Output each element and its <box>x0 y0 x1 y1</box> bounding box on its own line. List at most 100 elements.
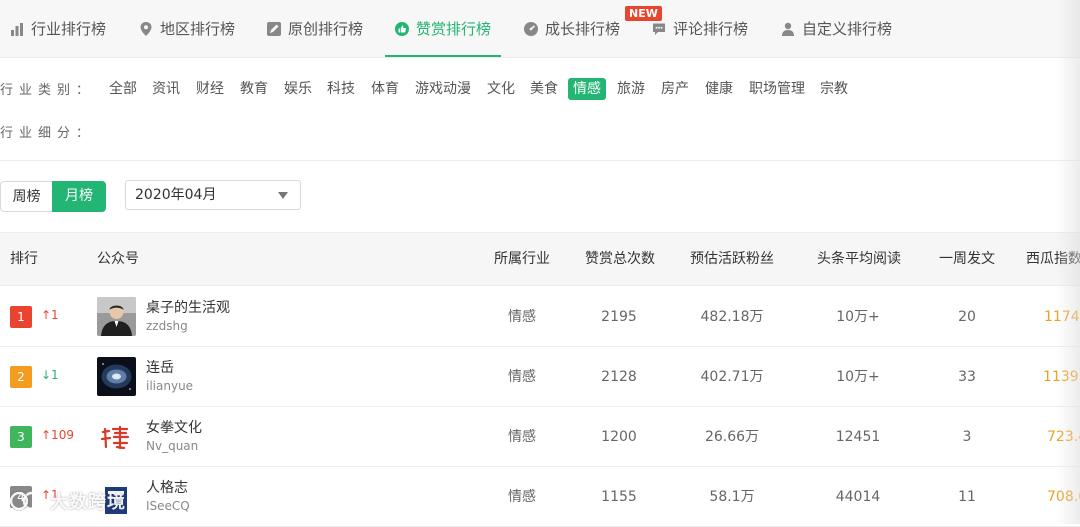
category-workplace[interactable]: 职场管理 <box>749 78 805 100</box>
watermark-logo-icon <box>10 491 42 511</box>
location-pin-icon <box>140 21 152 36</box>
divider <box>0 160 1080 161</box>
category-real-estate[interactable]: 房产 <box>661 78 689 100</box>
account-name[interactable]: 连岳 <box>146 357 174 377</box>
header-index[interactable]: 西瓜指数 <box>1026 233 1080 285</box>
table-row[interactable]: 4 ↑1 人格志 ISeeCQ 情感 1155 58.1万 44014 11 7… <box>0 467 1080 527</box>
month-select[interactable]: 2020年04月 <box>125 180 301 210</box>
category-religion[interactable]: 宗教 <box>820 78 848 100</box>
header-rank: 排行 <box>10 251 38 267</box>
index-cell: 1139.8 <box>1043 369 1080 385</box>
account-id: ilianyue <box>146 379 194 393</box>
account-name[interactable]: 女拳文化 <box>146 417 202 437</box>
industry-cell: 情感 <box>508 489 536 505</box>
rank-badge: 2 <box>10 366 32 388</box>
appreciations-cell: 1155 <box>601 489 637 505</box>
account-id: zzdshg <box>146 319 188 333</box>
tab-industry-ranking[interactable]: 行业排行榜 <box>10 0 106 57</box>
category-sports[interactable]: 体育 <box>371 78 399 100</box>
category-entertainment[interactable]: 娱乐 <box>284 78 312 100</box>
header-appreciations[interactable]: 赞赏总次数 <box>585 233 655 285</box>
account-id: ISeeCQ <box>146 499 190 513</box>
rank-badge: 1 <box>10 306 32 328</box>
weekly-posts-cell: 11 <box>958 489 976 505</box>
header-avg-read[interactable]: 头条平均阅读 <box>817 233 901 285</box>
tab-label: 评论排行榜 <box>673 20 749 38</box>
avg-read-cell: 10万+ <box>836 309 880 325</box>
tab-label: 原创排行榜 <box>288 20 364 38</box>
fans-cell: 482.18万 <box>700 309 764 325</box>
monthly-toggle[interactable]: 月榜 <box>52 181 106 212</box>
category-games-anime[interactable]: 游戏动漫 <box>415 78 471 100</box>
category-all[interactable]: 全部 <box>109 78 137 100</box>
weekly-toggle[interactable]: 周榜 <box>0 181 52 212</box>
tab-original-ranking[interactable]: 原创排行榜 <box>267 0 363 57</box>
edit-icon <box>267 21 281 36</box>
category-health[interactable]: 健康 <box>705 78 733 100</box>
appreciations-cell: 1200 <box>601 429 637 445</box>
category-news[interactable]: 资讯 <box>152 78 180 100</box>
ranking-tab-bar: 行业排行榜 地区排行榜 原创排行榜 赞赏排行榜 成长排行榜 NEW 评论排行榜 … <box>0 0 1080 58</box>
header-active-fans[interactable]: 预估活跃粉丝 <box>690 233 774 285</box>
category-culture[interactable]: 文化 <box>487 78 515 100</box>
speedometer-icon <box>524 21 538 36</box>
index-cell: 723.4 <box>1047 429 1080 445</box>
category-education[interactable]: 教育 <box>240 78 268 100</box>
index-cell: 708.6 <box>1047 489 1080 505</box>
tab-label: 行业排行榜 <box>31 20 107 38</box>
fans-cell: 26.66万 <box>704 429 760 445</box>
account-name[interactable]: 人格志 <box>146 477 188 497</box>
thumbs-up-icon <box>395 21 409 36</box>
subcategory-label: 行业细分： <box>0 126 96 141</box>
category-label: 行业类别： <box>0 83 96 98</box>
watermark: 大数跨境 <box>10 484 126 518</box>
avatar <box>97 297 136 336</box>
tab-growth-ranking[interactable]: 成长排行榜 <box>524 0 620 57</box>
category-food[interactable]: 美食 <box>530 78 558 100</box>
tab-label: 自定义排行榜 <box>802 20 893 38</box>
index-cell: 1174.1 <box>1044 309 1080 325</box>
caret-down-icon <box>278 192 288 199</box>
tab-appreciation-ranking[interactable]: 赞赏排行榜 <box>384 0 502 57</box>
table-header: 排行 公众号 所属行业 赞赏总次数 预估活跃粉丝 头条平均阅读 一周发文 西瓜指… <box>0 232 1080 286</box>
weekly-posts-cell: 3 <box>962 429 972 445</box>
avatar <box>97 357 136 396</box>
rank-change: ↓1 <box>41 368 59 382</box>
appreciations-cell: 2195 <box>601 309 637 325</box>
header-industry[interactable]: 所属行业 <box>494 233 550 285</box>
category-emotion[interactable]: 情感 <box>568 78 606 100</box>
rank-change: ↑109 <box>41 428 74 442</box>
user-icon <box>782 22 794 36</box>
avg-read-cell: 44014 <box>835 489 881 505</box>
category-finance[interactable]: 财经 <box>196 78 224 100</box>
industry-cell: 情感 <box>508 309 536 325</box>
fans-cell: 402.71万 <box>700 369 764 385</box>
table-row[interactable]: 3 ↑109 女拳文化 Nv_quan 情感 1200 26.66万 12451… <box>0 407 1080 467</box>
weekly-posts-cell: 20 <box>958 309 976 325</box>
tab-custom-ranking[interactable]: 自定义排行榜 <box>781 0 892 57</box>
avatar <box>97 417 136 456</box>
tab-label: 赞赏排行榜 <box>416 20 492 38</box>
watermark-text: 大数跨境 <box>50 492 126 513</box>
header-account: 公众号 <box>97 251 139 267</box>
header-weekly-posts[interactable]: 一周发文 <box>939 233 995 285</box>
avg-read-cell: 12451 <box>835 429 881 445</box>
account-name[interactable]: 桌子的生活观 <box>146 297 230 317</box>
category-tech[interactable]: 科技 <box>327 78 355 100</box>
bar-chart-icon <box>11 22 23 36</box>
tab-comment-ranking[interactable]: 评论排行榜 <box>652 0 748 57</box>
category-travel[interactable]: 旅游 <box>617 78 645 100</box>
tab-label: 成长排行榜 <box>545 20 621 38</box>
account-id: Nv_quan <box>146 439 199 453</box>
industry-cell: 情感 <box>508 429 536 445</box>
table-row[interactable]: 2 ↓1 连岳 ilianyue 情感 2128 402.71万 10万+ 33… <box>0 347 1080 407</box>
appreciations-cell: 2128 <box>601 369 637 385</box>
table-row[interactable]: 1 ↑1 桌子的生活观 zzdshg 情感 2195 482.18万 10万+ … <box>0 287 1080 347</box>
industry-cell: 情感 <box>508 369 536 385</box>
rank-change: ↑1 <box>41 308 59 322</box>
month-select-value: 2020年04月 <box>135 187 217 203</box>
rank-badge: 3 <box>10 426 32 448</box>
tab-region-ranking[interactable]: 地区排行榜 <box>139 0 235 57</box>
comment-icon <box>653 23 665 35</box>
weekly-posts-cell: 33 <box>958 369 976 385</box>
